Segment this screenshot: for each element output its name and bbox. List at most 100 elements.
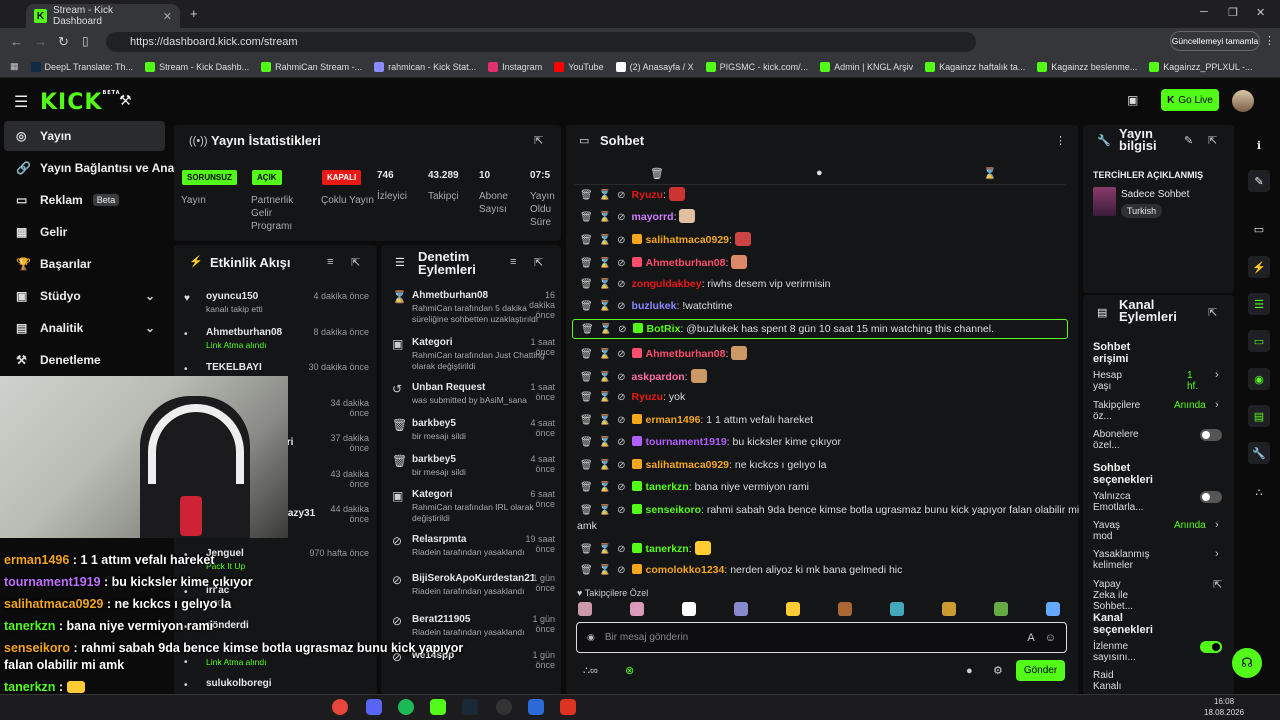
- emote-icon[interactable]: [942, 602, 956, 616]
- timeout-icon[interactable]: ⌛: [599, 482, 611, 493]
- ban-icon[interactable]: ⊘: [617, 190, 625, 201]
- delete-message-icon[interactable]: 🗑: [581, 324, 594, 335]
- setting-label[interactable]: Takipçilere öz...: [1093, 400, 1140, 422]
- app2-taskbar-icon[interactable]: [528, 699, 544, 715]
- emote-icon[interactable]: [890, 602, 904, 616]
- ban-icon[interactable]: ⊘: [617, 544, 625, 555]
- delete-message-icon[interactable]: 🗑: [580, 392, 593, 403]
- hourglass-icon[interactable]: ⌛: [983, 167, 997, 180]
- points-icon[interactable]: ∴: [1248, 481, 1270, 503]
- chat-username[interactable]: salihatmaca0929: [646, 459, 729, 471]
- emote-icon[interactable]: [786, 602, 800, 616]
- chat-username[interactable]: tournament1919: [646, 436, 727, 448]
- popout-icon[interactable]: ⇱: [534, 256, 543, 269]
- delete-message-icon[interactable]: 🗑: [580, 460, 593, 471]
- app3-taskbar-icon[interactable]: [560, 699, 576, 715]
- chat-username[interactable]: tanerkzn: [646, 543, 689, 555]
- emote-icon[interactable]: [682, 602, 696, 616]
- timeout-icon[interactable]: ⌛: [599, 301, 611, 312]
- bookmark-item[interactable]: Admin | KNGL Arşiv: [820, 61, 913, 72]
- bookmark-item[interactable]: Instagram: [488, 61, 542, 72]
- delete-message-icon[interactable]: 🗑: [580, 301, 593, 312]
- ban-icon[interactable]: ⊘: [617, 565, 625, 576]
- delete-message-icon[interactable]: 🗑: [580, 372, 593, 383]
- lightning-icon[interactable]: ⚡: [1248, 256, 1270, 278]
- setting-label[interactable]: Yavaş mod: [1093, 520, 1120, 542]
- spotify-taskbar-icon[interactable]: [398, 699, 414, 715]
- timeout-icon[interactable]: ⌛: [599, 349, 611, 360]
- list-icon[interactable]: ☰: [1248, 293, 1270, 315]
- gear-icon[interactable]: ⚙: [993, 664, 1003, 677]
- ban-icon[interactable]: ⊘: [617, 349, 625, 360]
- setting-label[interactable]: Yapay Zeka ile Sohbet...: [1093, 579, 1133, 612]
- sidebar-item-studyo[interactable]: ▣ Stüdyo ⌄: [4, 281, 165, 311]
- emote-icon[interactable]: [838, 602, 852, 616]
- ban-icon[interactable]: ⊘: [617, 279, 625, 290]
- external-link-icon[interactable]: ⇱: [1213, 578, 1222, 591]
- timeout-icon[interactable]: ⌛: [599, 437, 611, 448]
- bookmark-item[interactable]: Stream - Kick Dashb...: [145, 61, 249, 72]
- hammer-icon[interactable]: ⚒: [119, 92, 132, 109]
- timeout-icon[interactable]: ⌛: [600, 324, 612, 335]
- chat-menu-icon[interactable]: ⋮: [1055, 134, 1066, 147]
- delete-message-icon[interactable]: 🗑: [580, 437, 593, 448]
- ban-icon[interactable]: ⊘: [617, 415, 625, 426]
- chat-username[interactable]: tanerkzn: [646, 481, 689, 493]
- setting-toggle[interactable]: [1200, 491, 1222, 503]
- bookmark-item[interactable]: PIGSMC - kick.com/...: [705, 61, 808, 72]
- ban-icon[interactable]: ⊘: [617, 392, 625, 403]
- window-minimize-icon[interactable]: ─: [1200, 6, 1208, 18]
- setting-label[interactable]: Yalnızca Emotlarla...: [1093, 491, 1144, 513]
- sidebar-item-basarilar[interactable]: 🏆 Başarılar: [4, 249, 165, 279]
- ban-icon[interactable]: ⊘: [617, 301, 625, 312]
- discord-taskbar-icon[interactable]: [366, 699, 382, 715]
- app-taskbar-icon[interactable]: [430, 699, 446, 715]
- setting-label[interactable]: Hesap yaşı: [1093, 370, 1122, 392]
- window-close-icon[interactable]: ✕: [1256, 6, 1265, 19]
- chat-username[interactable]: comolokko1234: [646, 564, 725, 576]
- delete-message-icon[interactable]: 🗑: [580, 349, 593, 360]
- bookmark-item[interactable]: DeepL Translate: Th...: [30, 61, 133, 72]
- ban-icon[interactable]: ⊘: [617, 460, 625, 471]
- database-icon[interactable]: ▤: [1248, 405, 1270, 427]
- ban-icon[interactable]: ⊘: [617, 482, 625, 493]
- timeout-icon[interactable]: ⌛: [599, 565, 611, 576]
- kick-logo[interactable]: KICKBETA: [40, 90, 121, 115]
- obs-taskbar-icon[interactable]: [496, 699, 512, 715]
- timeout-icon[interactable]: ⌛: [599, 190, 611, 201]
- bookmark-item[interactable]: Kagainzz haftalık ta...: [925, 61, 1025, 72]
- browser-tab[interactable]: K Stream - Kick Dashboard ✕: [26, 4, 180, 28]
- chevron-down-icon[interactable]: ⌄: [145, 289, 155, 303]
- popout-icon[interactable]: ⇱: [1208, 134, 1217, 147]
- close-tab-icon[interactable]: ✕: [163, 10, 172, 23]
- timeout-icon[interactable]: ⌛: [599, 392, 611, 403]
- timeout-icon[interactable]: ⌛: [599, 235, 611, 246]
- chat-username[interactable]: mayorrd: [632, 211, 674, 223]
- delete-message-icon[interactable]: 🗑: [580, 258, 593, 269]
- timeout-icon[interactable]: ⌛: [599, 258, 611, 269]
- wrench-icon[interactable]: 🔧: [1248, 442, 1270, 464]
- chat-icon[interactable]: ▭: [1248, 330, 1270, 352]
- bookmark-item[interactable]: rahmican - Kick Stat...: [374, 61, 476, 72]
- chat-username[interactable]: askpardon: [632, 371, 685, 383]
- setting-toggle[interactable]: [1200, 429, 1222, 441]
- chat-username[interactable]: Ryuzu: [632, 391, 664, 403]
- sidebar-item-analitik[interactable]: ▤ Analitik ⌄: [4, 313, 165, 343]
- edit-icon[interactable]: ✎: [1184, 134, 1193, 147]
- chevron-right-icon[interactable]: ›: [1215, 399, 1219, 411]
- setting-label[interactable]: Abonelere özel...: [1093, 429, 1139, 451]
- reload-icon[interactable]: ↻: [58, 34, 69, 50]
- timeout-icon[interactable]: ⌛: [599, 460, 611, 471]
- chat-filter-icon[interactable]: ●: [816, 167, 823, 179]
- kick-coin-icon[interactable]: ⊗: [625, 664, 634, 677]
- filter-icon[interactable]: ≡: [327, 256, 333, 268]
- chat-username[interactable]: BotRix: [647, 323, 681, 335]
- timeout-icon[interactable]: ⌛: [599, 544, 611, 555]
- chat-username[interactable]: zonguldakbey: [632, 278, 702, 290]
- go-live-button[interactable]: K Go Live: [1161, 89, 1219, 111]
- chrome-taskbar-icon[interactable]: [332, 699, 348, 715]
- sidebar-item-denetleme[interactable]: ⚒ Denetleme: [4, 345, 165, 375]
- avatar[interactable]: [1232, 90, 1254, 112]
- clip-icon[interactable]: ▣: [1127, 93, 1138, 107]
- sidebar-item-baglanti[interactable]: 🔗 Yayın Bağlantısı ve Anahtar: [4, 153, 197, 183]
